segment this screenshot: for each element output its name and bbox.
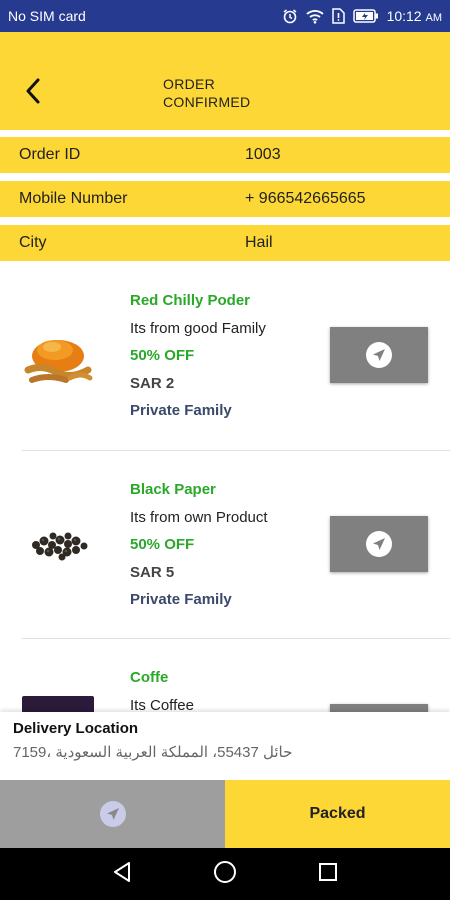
system-recents-button[interactable] xyxy=(313,859,343,889)
wifi-icon xyxy=(305,8,324,24)
triangle-back-icon xyxy=(112,861,132,888)
product-name: Red Chilly Poder xyxy=(130,292,251,309)
product-item: Coffe Its Coffee xyxy=(0,639,450,712)
bottom-action-bar: Packed xyxy=(0,780,450,848)
system-home-button[interactable] xyxy=(210,859,240,889)
product-name: Black Paper xyxy=(130,481,216,498)
product-navigate-button[interactable] xyxy=(330,516,428,572)
product-navigate-button[interactable] xyxy=(330,327,428,383)
city-label: City xyxy=(19,234,47,251)
product-discount: 50% OFF xyxy=(130,536,195,553)
sim-alert-icon xyxy=(331,8,345,24)
page-title-line2: CONFIRMED xyxy=(163,94,251,110)
product-item: Red Chilly Poder Its from good Family 50… xyxy=(0,262,450,450)
order-id-value: 1003 xyxy=(245,146,281,163)
delivery-location-panel: Delivery Location 7159، حائل 55437، المم… xyxy=(0,712,450,780)
circle-home-icon xyxy=(213,860,237,889)
order-id-row: Order ID 1003 xyxy=(0,137,450,173)
product-navigate-button[interactable] xyxy=(330,704,428,712)
mobile-number-label: Mobile Number xyxy=(19,190,128,207)
product-seller: Private Family xyxy=(130,591,232,608)
battery-icon xyxy=(352,9,379,23)
clock-time: 10:12 AM xyxy=(387,8,442,24)
clock-ampm: AM xyxy=(425,12,443,24)
clock-time-value: 10:12 xyxy=(386,8,422,24)
navigation-arrow-icon xyxy=(99,801,126,827)
delivery-address: 7159، حائل 55437، المملكة العربية السعود… xyxy=(13,744,293,761)
system-back-button[interactable] xyxy=(107,859,137,889)
product-discount: 50% OFF xyxy=(130,347,195,364)
product-image-coffee xyxy=(22,696,94,712)
navigation-arrow-icon xyxy=(366,531,392,557)
status-bar: No SIM card 10:12 AM xyxy=(0,0,450,32)
city-value: Hail xyxy=(245,234,273,251)
product-list[interactable]: Red Chilly Poder Its from good Family 50… xyxy=(0,262,450,712)
alarm-icon xyxy=(282,8,298,24)
product-image-pepper xyxy=(22,507,94,577)
square-recents-icon xyxy=(318,862,338,887)
chevron-left-icon xyxy=(23,77,43,110)
city-row: City Hail xyxy=(0,225,450,261)
mobile-number-row: Mobile Number + 966542665665 xyxy=(0,181,450,217)
product-description: Its from own Product xyxy=(130,509,268,526)
order-id-label: Order ID xyxy=(19,146,81,163)
product-name: Coffe xyxy=(130,669,169,686)
back-button[interactable] xyxy=(16,76,50,110)
status-icons: 10:12 AM xyxy=(282,8,442,24)
system-navigation-bar xyxy=(0,848,450,900)
page-title-line1: ORDER xyxy=(163,76,216,92)
product-description: Its Coffee xyxy=(130,697,194,712)
delivery-location-title: Delivery Location xyxy=(13,720,139,737)
carrier-text: No SIM card xyxy=(8,8,86,24)
product-image-chilly xyxy=(22,320,94,390)
order-confirmed-screen: No SIM card 10:12 AM ORDER CONFIRMED Ord… xyxy=(0,0,450,900)
navigation-arrow-icon xyxy=(366,342,392,368)
product-seller: Private Family xyxy=(130,402,232,419)
app-header: ORDER CONFIRMED xyxy=(0,32,450,130)
product-price: SAR 2 xyxy=(130,375,175,392)
product-item: Black Paper Its from own Product 50% OFF… xyxy=(0,451,450,639)
packed-button[interactable]: Packed xyxy=(225,780,450,848)
page-title: ORDER CONFIRMED xyxy=(163,75,303,111)
mobile-number-value: + 966542665665 xyxy=(245,190,366,207)
navigate-button[interactable] xyxy=(0,780,225,848)
product-description: Its from good Family xyxy=(130,320,266,337)
product-price: SAR 5 xyxy=(130,564,175,581)
